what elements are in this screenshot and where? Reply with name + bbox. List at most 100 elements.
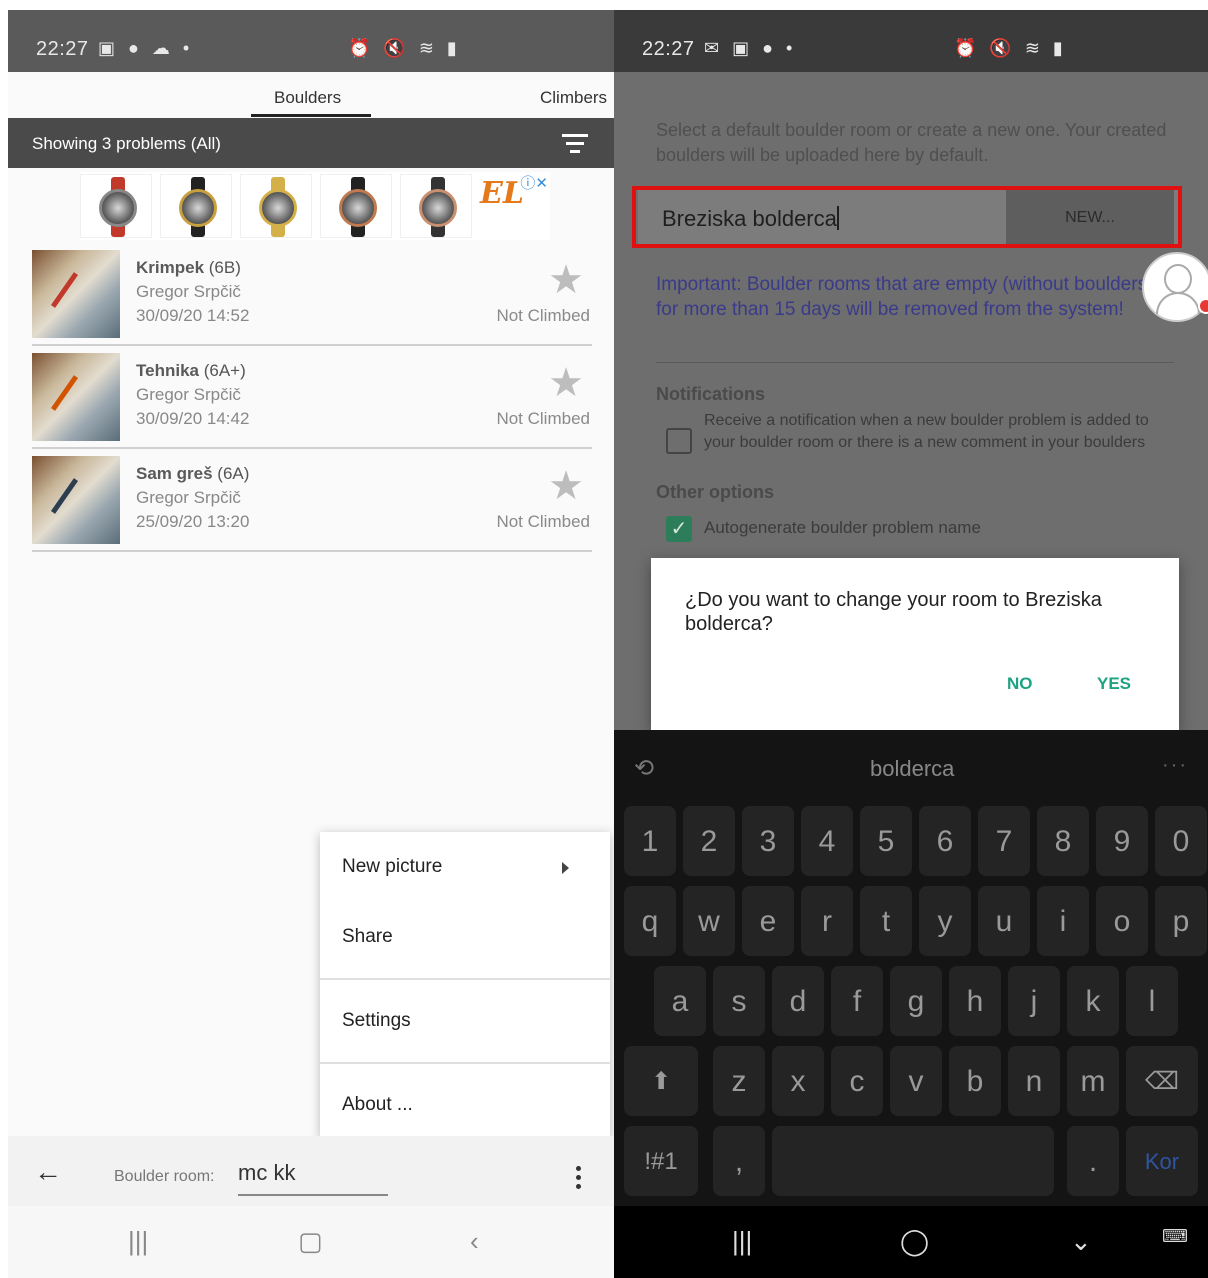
problem-date: 30/09/20 14:42 xyxy=(136,409,250,428)
problem-row[interactable]: Krimpek (6B) Gregor Srpčič 30/09/20 14:5… xyxy=(32,246,592,346)
boulder-room-label: Boulder room: xyxy=(114,1168,215,1185)
more-suggestions-icon[interactable]: ··· xyxy=(1162,754,1188,777)
menu-item-share[interactable]: Share xyxy=(342,926,393,948)
ad-close-icon[interactable]: ⓘ✕ xyxy=(520,172,548,193)
problem-row[interactable]: Tehnika (6A+) Gregor Srpčič 30/09/20 14:… xyxy=(32,349,592,449)
key[interactable]: o xyxy=(1096,886,1148,956)
confirm-dialog: ¿Do you want to change your room to Brez… xyxy=(651,558,1179,730)
dialog-no-button[interactable]: NO xyxy=(1007,674,1033,694)
key[interactable]: j xyxy=(1008,966,1060,1036)
key[interactable]: x xyxy=(772,1046,824,1116)
ad-watch-image[interactable] xyxy=(80,174,152,238)
key[interactable]: c xyxy=(831,1046,883,1116)
system-icons: ⏰ 🔇 ≋ ▮ xyxy=(954,38,1067,58)
hide-keyboard-icon[interactable]: ⌄ xyxy=(1070,1226,1092,1257)
key[interactable]: h xyxy=(949,966,1001,1036)
key[interactable]: y xyxy=(919,886,971,956)
keyboard-settings-icon[interactable]: ⟲ xyxy=(634,754,654,783)
key[interactable]: 1 xyxy=(624,806,676,876)
language-key[interactable]: Kor xyxy=(1126,1126,1198,1196)
submenu-arrow-icon xyxy=(562,862,569,874)
key[interactable]: 4 xyxy=(801,806,853,876)
other-options-heading: Other options xyxy=(656,482,774,502)
key[interactable]: i xyxy=(1037,886,1089,956)
autogenerate-checkbox[interactable]: ✓ xyxy=(666,516,692,542)
key[interactable]: b xyxy=(949,1046,1001,1116)
key[interactable]: 9 xyxy=(1096,806,1148,876)
key[interactable]: 3 xyxy=(742,806,794,876)
problem-row[interactable]: Sam greš (6A) Gregor Srpčič 25/09/20 13:… xyxy=(32,452,592,552)
key[interactable]: g xyxy=(890,966,942,1036)
problem-date: 25/09/20 13:20 xyxy=(136,512,250,531)
boulder-room-field[interactable]: mc kk xyxy=(238,1160,388,1196)
key[interactable]: k xyxy=(1067,966,1119,1036)
more-options-icon[interactable] xyxy=(576,1166,582,1193)
status-bar: 22:27 ✉ ▣ ● • ⏰ 🔇 ≋ ▮ xyxy=(614,10,1208,72)
filter-icon[interactable] xyxy=(562,134,588,154)
menu-item-new-picture[interactable]: New picture xyxy=(342,856,442,878)
dialog-message: ¿Do you want to change your room to Brez… xyxy=(685,589,1102,635)
key[interactable]: d xyxy=(772,966,824,1036)
backspace-key-icon[interactable]: ⌫ xyxy=(1126,1046,1198,1116)
star-icon[interactable]: ★ xyxy=(546,260,586,300)
key[interactable]: r xyxy=(801,886,853,956)
home-icon[interactable]: ▢ xyxy=(298,1226,323,1257)
key[interactable]: 8 xyxy=(1037,806,1089,876)
problem-thumbnail xyxy=(32,456,120,544)
key[interactable]: 0 xyxy=(1155,806,1207,876)
menu-item-settings[interactable]: Settings xyxy=(342,1010,411,1032)
chat-head-avatar-icon[interactable] xyxy=(1142,252,1208,322)
key[interactable]: e xyxy=(742,886,794,956)
key[interactable]: a xyxy=(654,966,706,1036)
key[interactable]: q xyxy=(624,886,676,956)
tab-climbers[interactable]: Climbers xyxy=(540,88,607,108)
key[interactable]: 7 xyxy=(978,806,1030,876)
notification-checkbox[interactable] xyxy=(666,428,692,454)
key[interactable]: s xyxy=(713,966,765,1036)
important-notice: Important: Boulder rooms that are empty … xyxy=(656,274,1154,320)
home-icon[interactable]: ◯ xyxy=(900,1226,929,1257)
notification-icons: ✉ ▣ ● • xyxy=(704,38,797,58)
key[interactable]: p xyxy=(1155,886,1207,956)
key[interactable]: 5 xyxy=(860,806,912,876)
ad-watch-image[interactable] xyxy=(160,174,232,238)
ad-watch-image[interactable] xyxy=(400,174,472,238)
space-key[interactable] xyxy=(772,1126,1054,1196)
ad-watch-image[interactable] xyxy=(240,174,312,238)
recent-apps-icon[interactable]: ||| xyxy=(128,1226,148,1257)
key[interactable]: f xyxy=(831,966,883,1036)
status-bar: 22:27 ▣ ● ☁ • ⏰ 🔇 ≋ ▮ xyxy=(8,10,614,72)
key[interactable]: v xyxy=(890,1046,942,1116)
period-key[interactable]: . xyxy=(1067,1126,1119,1196)
right-screen: 22:27 ✉ ▣ ● • ⏰ 🔇 ≋ ▮ Select a default b… xyxy=(614,10,1208,1278)
notifications-heading: Notifications xyxy=(656,384,766,404)
problem-name: Tehnika xyxy=(136,361,199,380)
ad-watch-image[interactable] xyxy=(320,174,392,238)
recent-apps-icon[interactable]: ||| xyxy=(732,1226,752,1257)
key[interactable]: z xyxy=(713,1046,765,1116)
back-arrow-icon[interactable]: ← xyxy=(34,1156,62,1188)
menu-item-about[interactable]: About ... xyxy=(342,1094,413,1116)
dialog-yes-button[interactable]: YES xyxy=(1097,674,1131,694)
comma-key[interactable]: , xyxy=(713,1126,765,1196)
star-icon[interactable]: ★ xyxy=(546,466,586,506)
ad-banner[interactable]: EL ⓘ✕ xyxy=(80,172,550,240)
shift-key-icon[interactable]: ⬆ xyxy=(624,1046,698,1116)
symbols-key[interactable]: !#1 xyxy=(624,1126,698,1196)
key[interactable]: 6 xyxy=(919,806,971,876)
key[interactable]: w xyxy=(683,886,735,956)
key[interactable]: l xyxy=(1126,966,1178,1036)
problem-grade: (6B) xyxy=(208,258,241,277)
star-icon[interactable]: ★ xyxy=(546,363,586,403)
tab-boulders[interactable]: Boulders xyxy=(274,88,341,108)
suggestion-word[interactable]: bolderca xyxy=(870,756,954,782)
keyboard-icon[interactable]: ⌨ xyxy=(1162,1226,1188,1247)
key[interactable]: u xyxy=(978,886,1030,956)
nav-back-icon[interactable]: ‹ xyxy=(470,1226,479,1257)
key[interactable]: n xyxy=(1008,1046,1060,1116)
key[interactable]: t xyxy=(860,886,912,956)
key[interactable]: m xyxy=(1067,1046,1119,1116)
section-divider xyxy=(656,362,1174,363)
key[interactable]: 2 xyxy=(683,806,735,876)
status-time: 22:27 xyxy=(642,38,695,60)
